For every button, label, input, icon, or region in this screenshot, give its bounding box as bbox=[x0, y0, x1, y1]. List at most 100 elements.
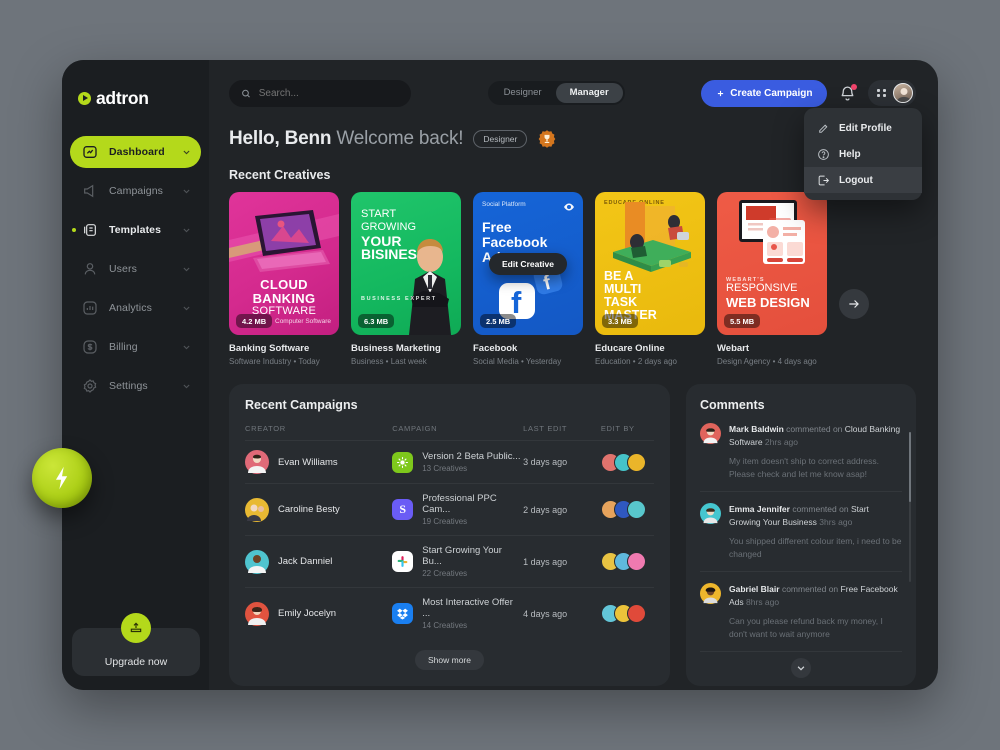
dashboard-panels: Recent Campaigns CREATOR CAMPAIGN LAST E… bbox=[229, 384, 916, 686]
creative-thumbnail[interactable]: Social Platform Free Facebook Ads f f bbox=[473, 192, 583, 335]
sidebar-item-analytics[interactable]: Analytics bbox=[70, 292, 201, 324]
campaigns-table: CREATOR CAMPAIGN LAST EDIT EDIT BY Evan … bbox=[245, 424, 654, 639]
sidebar-item-billing[interactable]: Billing bbox=[70, 331, 201, 363]
create-campaign-button[interactable]: Create Campaign bbox=[701, 79, 828, 107]
column-header-campaign: CAMPAIGN bbox=[392, 424, 524, 441]
logo-text: adtron bbox=[96, 87, 149, 108]
table-row[interactable]: Jack Danniel Start Growing Your Bu... 22 … bbox=[245, 535, 654, 588]
sidebar-item-templates[interactable]: Templates bbox=[70, 214, 201, 246]
profile-button[interactable] bbox=[868, 80, 916, 106]
show-more-button[interactable]: Show more bbox=[415, 650, 484, 670]
creative-card[interactable]: WEBART'S RESPONSIVE WEB DESIGN 5.5 MB We… bbox=[717, 192, 827, 366]
comment-time: 2hrs ago bbox=[764, 437, 799, 447]
edit-creative-button[interactable]: Edit Creative bbox=[489, 252, 567, 275]
sidebar-nav: Dashboard Campaigns Templates Users Anal… bbox=[62, 136, 209, 402]
comments-expand-button[interactable] bbox=[791, 658, 811, 678]
dollar-icon bbox=[83, 340, 97, 354]
avatar bbox=[700, 423, 721, 444]
creative-card[interactable]: CLOUD BANKING SOFTWARE 4.2 MB Computer S… bbox=[229, 192, 339, 366]
eye-icon[interactable] bbox=[563, 200, 575, 218]
column-header-edit-by: EDIT BY bbox=[600, 424, 654, 441]
pencil-icon bbox=[819, 124, 828, 133]
column-header-last-edit: LAST EDIT bbox=[523, 424, 601, 441]
campaign-name: Start Growing Your Bu... bbox=[422, 545, 502, 567]
creative-title: Banking Software bbox=[229, 343, 310, 354]
sidebar-item-label: Users bbox=[109, 263, 137, 275]
app-logo[interactable]: adtron bbox=[62, 78, 209, 114]
trophy-icon bbox=[537, 129, 557, 149]
creative-thumbnail[interactable]: START GROWING YOUR BISINESS BUSINESS EXP… bbox=[351, 192, 461, 335]
sidebar-item-label: Settings bbox=[109, 380, 148, 392]
cell-campaign: Version 2 Beta Public... 13 Creatives bbox=[392, 440, 524, 484]
table-row[interactable]: Emily Jocelyn Most Interactive Offer ...… bbox=[245, 588, 654, 640]
creative-card[interactable]: Social Platform Free Facebook Ads f f bbox=[473, 192, 583, 366]
cell-editors bbox=[600, 440, 654, 484]
headline-line: BANKING bbox=[252, 290, 316, 306]
chevron-down-icon bbox=[183, 228, 190, 232]
tab-designer[interactable]: Designer bbox=[490, 83, 556, 103]
upgrade-card[interactable]: Upgrade now bbox=[72, 613, 200, 676]
creative-thumbnail[interactable]: EDUCARE ONLINE BE A MULTI TASK MASTER 3.… bbox=[595, 192, 705, 335]
cell-last-edit: 4 days ago bbox=[523, 608, 568, 619]
creative-kicker: BUSINESS EXPERT bbox=[361, 296, 437, 302]
creative-card[interactable]: START GROWING YOUR BISINESS BUSINESS EXP… bbox=[351, 192, 461, 366]
megaphone-icon bbox=[84, 184, 94, 198]
comment-text: You shipped different colour item, i nee… bbox=[729, 536, 902, 559]
comment-header: Mark Baldwin commented on Cloud Banking … bbox=[729, 423, 902, 449]
creative-headline: RESPONSIVE WEB DESIGN bbox=[726, 282, 827, 309]
comment-body: Gabriel Blair commented on Free Facebook… bbox=[729, 583, 902, 641]
zoom-icon bbox=[392, 451, 414, 473]
sidebar-item-label: Campaigns bbox=[109, 185, 164, 197]
creative-thumbnail[interactable]: CLOUD BANKING SOFTWARE 4.2 MB Computer S… bbox=[229, 192, 339, 335]
avatar bbox=[626, 604, 646, 623]
campaign-creatives: 19 Creatives bbox=[422, 517, 468, 526]
creative-title: Business Marketing bbox=[351, 343, 441, 354]
notifications-button[interactable] bbox=[839, 83, 858, 102]
cell-creator: Evan Williams bbox=[245, 440, 393, 484]
sidebar-item-users[interactable]: Users bbox=[70, 253, 201, 285]
sidebar-item-dashboard[interactable]: Dashboard bbox=[70, 136, 201, 168]
search-input[interactable] bbox=[258, 87, 399, 99]
comment-header: Emma Jennifer commented on Start Growing… bbox=[729, 503, 902, 529]
carousel-next-button[interactable] bbox=[839, 289, 869, 319]
comment-body: Mark Baldwin commented on Cloud Banking … bbox=[729, 423, 902, 481]
sidebar-item-settings[interactable]: Settings bbox=[70, 370, 201, 402]
table-row[interactable]: Caroline Besty S Professional PPC Cam...… bbox=[245, 483, 654, 536]
creative-meta: Social Media • Yesterday bbox=[473, 357, 562, 366]
menu-item-logout[interactable]: Logout bbox=[804, 167, 922, 193]
quick-action-button[interactable] bbox=[32, 448, 92, 508]
table-row[interactable]: Evan Williams Version 2 Beta Public... 13… bbox=[245, 440, 654, 484]
cell-last-edit: 1 days ago bbox=[523, 535, 601, 588]
scrollbar-thumb[interactable] bbox=[909, 432, 911, 502]
headline-line: Facebook bbox=[482, 234, 548, 250]
profile-dropdown-menu: Edit Profile Help Logout bbox=[804, 108, 922, 200]
question-icon bbox=[818, 148, 829, 160]
gear-icon bbox=[83, 379, 97, 393]
role-chip: Designer bbox=[473, 130, 528, 148]
panel-title: Comments bbox=[700, 398, 765, 412]
comment-item[interactable]: Emma Jennifer commented on Start Growing… bbox=[700, 492, 902, 572]
comment-item[interactable]: Mark Baldwin commented on Cloud Banking … bbox=[700, 412, 902, 492]
dropbox-icon bbox=[392, 603, 414, 624]
cell-campaign: Most Interactive Offer ... 14 Creatives bbox=[392, 588, 523, 640]
menu-item-help[interactable]: Help bbox=[804, 141, 922, 167]
comment-author: Gabriel Blair bbox=[729, 584, 780, 594]
campaign-name: Version 2 Beta Public... bbox=[422, 451, 521, 462]
creative-card[interactable]: EDUCARE ONLINE BE A MULTI TASK MASTER 3.… bbox=[595, 192, 705, 366]
file-size-badge: 5.5 MB bbox=[724, 314, 761, 328]
creative-thumbnail[interactable]: WEBART'S RESPONSIVE WEB DESIGN 5.5 MB bbox=[717, 192, 827, 335]
avatar bbox=[626, 452, 646, 472]
sidebar-item-campaigns[interactable]: Campaigns bbox=[70, 175, 201, 207]
notification-badge bbox=[851, 83, 858, 90]
lightning-bolt-icon bbox=[55, 466, 68, 490]
tab-manager[interactable]: Manager bbox=[555, 83, 623, 103]
search-box[interactable] bbox=[229, 79, 411, 107]
create-campaign-label: Create Campaign bbox=[730, 87, 813, 99]
cell-campaign: S Professional PPC Cam... 19 Creatives bbox=[392, 483, 524, 536]
comment-item[interactable]: Gabriel Blair commented on Free Facebook… bbox=[700, 572, 902, 652]
comments-scrollbar[interactable] bbox=[909, 432, 911, 582]
topbar-actions: Create Campaign bbox=[701, 79, 916, 107]
sidebar-item-label: Templates bbox=[109, 224, 162, 236]
menu-item-edit-profile[interactable]: Edit Profile bbox=[804, 115, 922, 141]
upgrade-label: Upgrade now bbox=[104, 656, 168, 668]
